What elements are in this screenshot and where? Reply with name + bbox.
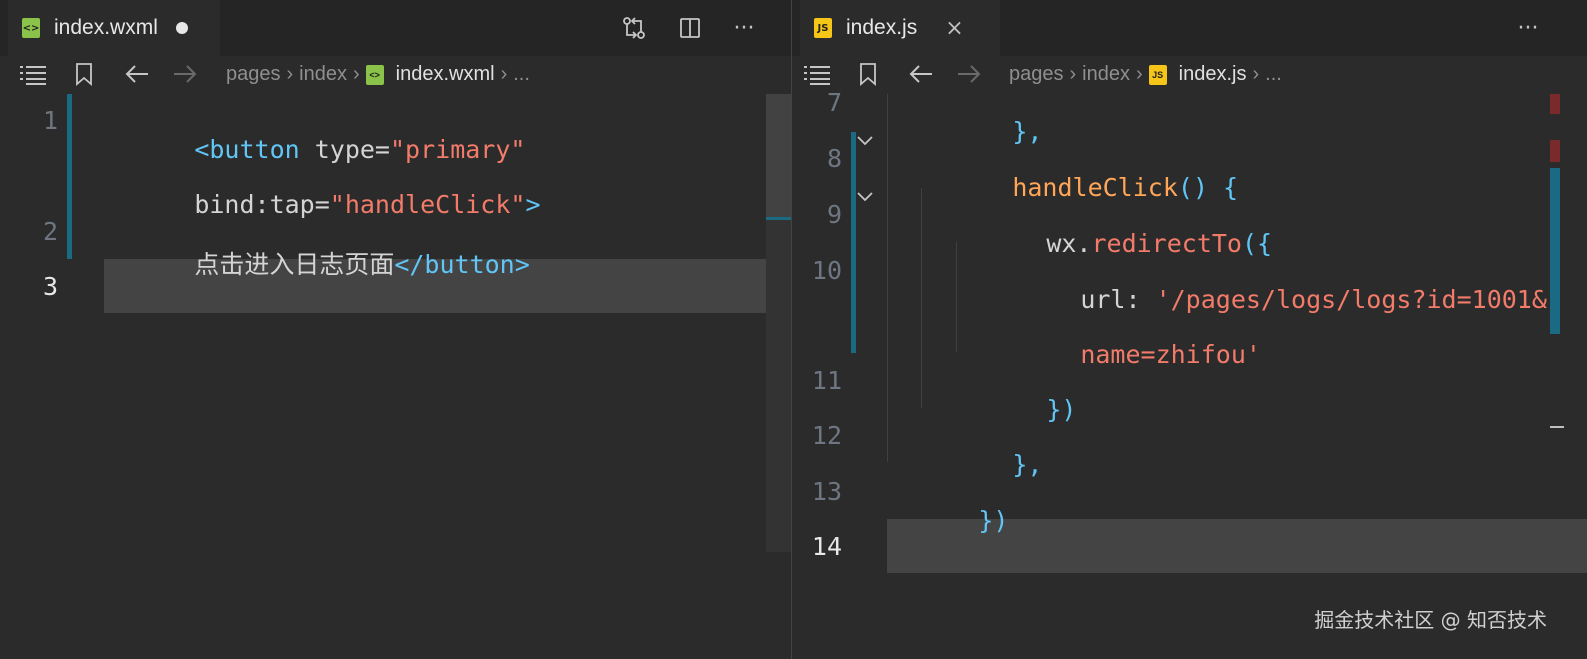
token-string: name=zhifou' (1080, 340, 1261, 369)
breadcrumb-more[interactable]: ... (1265, 63, 1282, 86)
bookmark-icon[interactable] (74, 62, 94, 86)
chevron-down-icon[interactable] (856, 132, 874, 153)
token-identifier: wx. (1046, 229, 1092, 258)
right-editor-pane: JS index.js × ··· pages › index › JS ind… (792, 0, 1587, 659)
breadcrumb-file[interactable]: index.wxml (396, 63, 495, 86)
breadcrumb: pages › index › JS index.js › ... (792, 56, 1587, 94)
right-tab-bar: JS index.js × ··· (792, 0, 1587, 56)
token-method: redirectTo (1091, 229, 1242, 258)
git-modified-indicator (851, 132, 856, 353)
arrow-right-icon[interactable] (956, 62, 982, 86)
breadcrumb-index[interactable]: index (1082, 63, 1130, 86)
token-key: url: (1080, 285, 1156, 314)
breadcrumb: pages › index › <> index.wxml › ... (0, 56, 791, 94)
line-number: 8 (826, 144, 842, 173)
overview-error-marker (1550, 94, 1560, 114)
token-attr: type= (299, 135, 390, 164)
arrow-left-icon[interactable] (908, 62, 934, 86)
line-number: 10 (811, 256, 842, 285)
line-number-active: 14 (811, 532, 842, 561)
line-number: 12 (811, 421, 842, 450)
breadcrumb-index[interactable]: index (299, 63, 347, 86)
line-number: 7 (826, 88, 842, 117)
token-brace: }) (1046, 395, 1077, 424)
token-tag: </button> (394, 250, 530, 279)
left-tab-bar: <> index.wxml ··· (0, 0, 791, 56)
token-text: 点击进入日志页面 (194, 250, 395, 279)
line-number: 9 (826, 200, 842, 229)
line-number: 1 (42, 106, 58, 135)
token-brace: }, (1012, 450, 1043, 479)
left-editor-pane: <> index.wxml ··· pages › index › <> ind… (0, 0, 791, 659)
git-modified-indicator (67, 94, 72, 259)
bookmark-icon[interactable] (858, 62, 878, 86)
arrow-left-icon[interactable] (124, 62, 150, 86)
overview-cursor-marker (1550, 426, 1564, 428)
tab-index-js[interactable]: JS index.js × (800, 0, 1000, 56)
token-tag: <button (194, 135, 300, 164)
token-attr: bind:tap= (194, 190, 330, 219)
scrollbar-marker (766, 217, 791, 220)
line-number: 11 (811, 366, 842, 395)
unsaved-dot-icon[interactable] (175, 22, 188, 34)
js-file-icon: JS (1148, 64, 1167, 85)
token-function: handleClick (1012, 173, 1178, 202)
chevron-right-icon: › (1069, 63, 1077, 85)
breadcrumb-pages[interactable]: pages (1009, 63, 1064, 86)
overview-change-marker (1550, 168, 1560, 334)
tab-index-wxml[interactable]: <> index.wxml (8, 0, 220, 56)
code-line[interactable]: }) (888, 477, 1008, 564)
chevron-down-icon[interactable] (856, 188, 874, 209)
tab-label: index.wxml (54, 16, 158, 39)
more-actions-icon[interactable]: ··· (728, 12, 760, 44)
code-editor[interactable]: 7 8 9 10 11 12 13 14 }, handleClick() { … (792, 88, 1587, 659)
breadcrumb-file[interactable]: index.js (1179, 63, 1247, 86)
chevron-right-icon: › (352, 63, 360, 85)
breadcrumb-pages[interactable]: pages (226, 63, 281, 86)
list-icon[interactable] (804, 64, 830, 86)
indent-guide (887, 94, 888, 462)
wxml-file-icon: <> (365, 64, 384, 85)
token-brace: () { (1177, 173, 1239, 202)
chevron-right-icon: › (1135, 63, 1143, 85)
chevron-right-icon: › (500, 63, 508, 85)
chevron-right-icon: › (286, 63, 294, 85)
scrollbar-thumb[interactable] (766, 94, 791, 220)
token-tag: > (525, 190, 541, 219)
wxml-file-icon: <> (22, 18, 40, 38)
arrow-right-icon[interactable] (172, 62, 198, 86)
token-brace: }, (1012, 117, 1043, 146)
more-actions-icon[interactable]: ··· (1512, 12, 1544, 44)
token-brace: ({ (1241, 229, 1273, 258)
line-number-active: 3 (42, 272, 58, 301)
token-string: '/pages/logs/logs?id=1001& (1155, 285, 1547, 314)
watermark: 掘金技术社区 @ 知否技术 (1314, 608, 1547, 632)
tab-label: index.js (846, 16, 918, 39)
token-string: "primary" (389, 135, 526, 164)
breadcrumb-more[interactable]: ... (513, 63, 530, 86)
overview-error-marker (1550, 140, 1560, 162)
chevron-right-icon: › (1252, 63, 1260, 85)
line-number: 13 (811, 477, 842, 506)
line-number: 2 (42, 217, 58, 246)
compare-changes-icon[interactable] (618, 12, 650, 44)
token-brace: }) (978, 506, 1009, 535)
code-editor[interactable]: 1 2 3 <button type="primary" bind:tap="h… (0, 94, 791, 659)
token-string: "handleClick" (329, 190, 526, 219)
list-icon[interactable] (20, 64, 46, 86)
code-line[interactable]: 点击进入日志页面</button> (104, 216, 530, 310)
split-editor-icon[interactable] (674, 12, 706, 44)
close-icon[interactable]: × (945, 16, 963, 41)
js-file-icon: JS (814, 18, 832, 38)
